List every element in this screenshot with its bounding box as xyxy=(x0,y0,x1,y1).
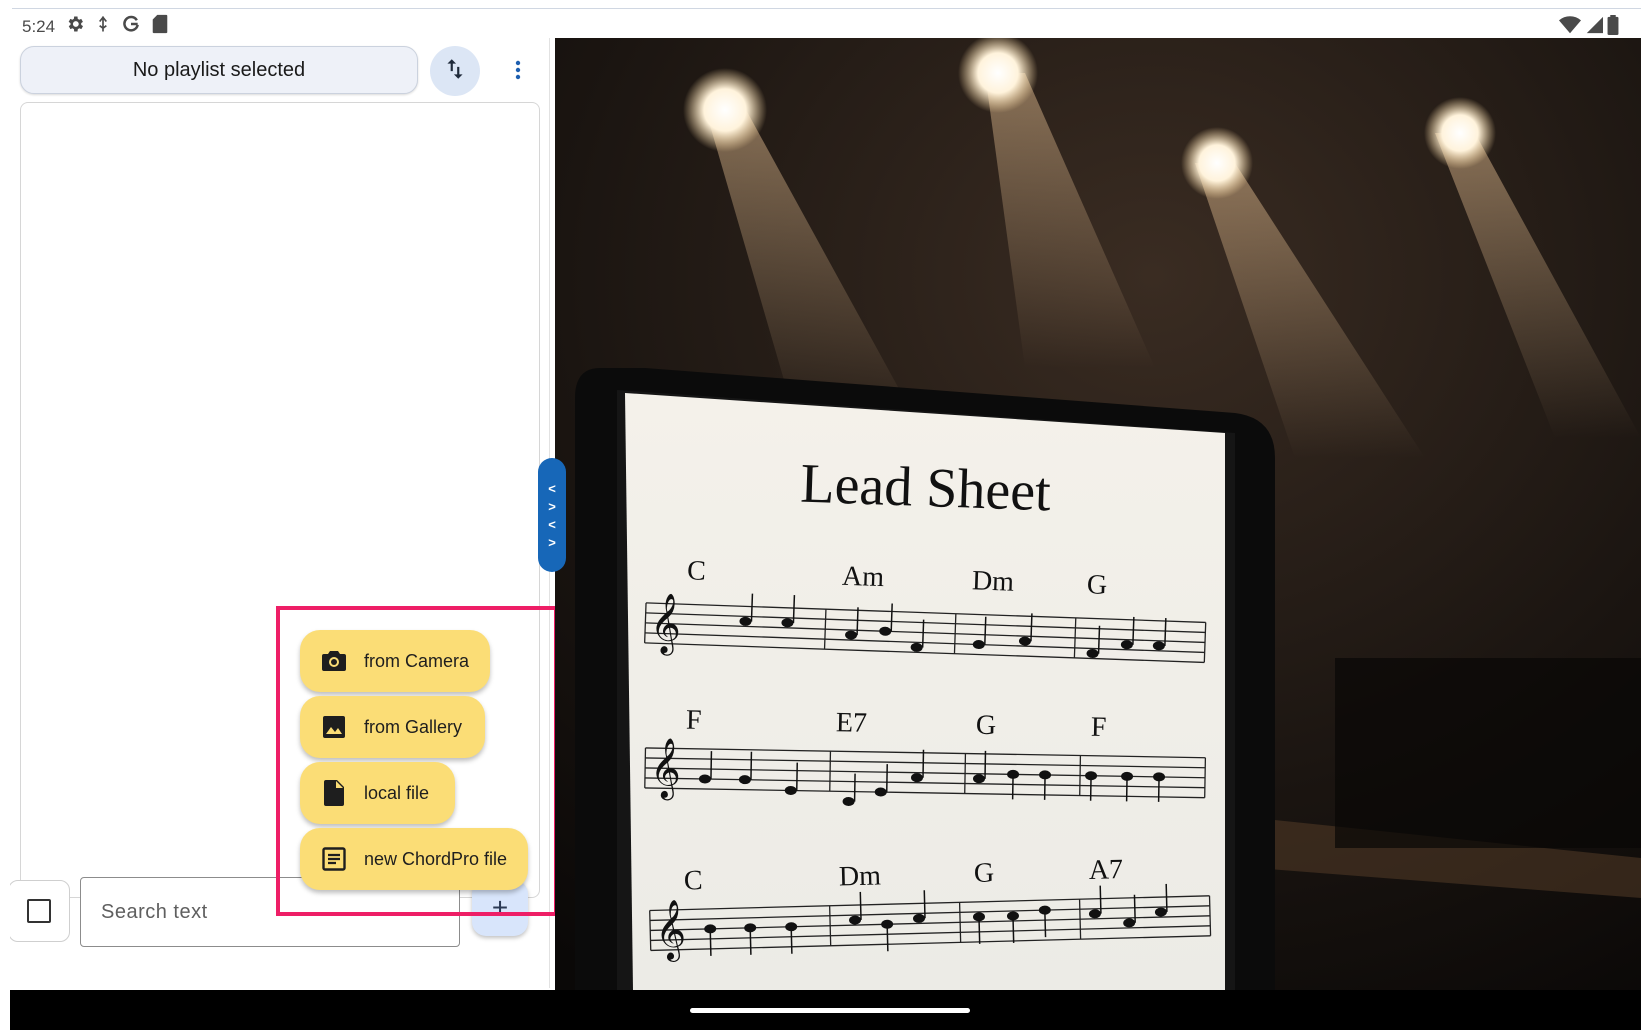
playlist-selector-button[interactable]: No playlist selected xyxy=(20,46,418,94)
chord-label: G xyxy=(973,857,994,889)
article-icon xyxy=(320,845,348,873)
chevron-right-icon: > xyxy=(548,498,556,514)
sort-button[interactable] xyxy=(430,46,480,96)
battery-icon xyxy=(1607,15,1619,40)
more-options-button[interactable] xyxy=(506,52,530,92)
status-bar: 5:24 xyxy=(12,8,1641,42)
svg-text:𝄞: 𝄞 xyxy=(650,738,682,801)
image-icon xyxy=(320,713,348,741)
playlist-label: No playlist selected xyxy=(132,58,306,81)
dial-label: new ChordPro file xyxy=(364,848,508,869)
sd-card-icon xyxy=(151,14,169,39)
chord-label: A7 xyxy=(1088,854,1123,886)
home-gesture-pill[interactable] xyxy=(690,1008,970,1013)
camera-icon xyxy=(320,647,348,675)
gear-icon xyxy=(65,14,85,39)
sheet-title: Lead Sheet xyxy=(799,453,1052,524)
from-camera-button[interactable]: from Camera xyxy=(300,630,490,692)
stage-illustration: Lead Sheet 𝄞 C Am Dm G 𝄞 F E7 G F 𝄞 C Dm… xyxy=(555,38,1641,990)
status-bar-left: 5:24 xyxy=(22,14,169,39)
usb-icon xyxy=(95,14,111,39)
drawer-toggle-handle[interactable]: < > < > xyxy=(538,458,566,572)
screen-edge xyxy=(0,0,10,1030)
chord-label: C xyxy=(687,555,707,587)
dial-label: from Gallery xyxy=(364,716,463,737)
chord-label: G xyxy=(976,710,997,741)
dial-label: local file xyxy=(364,782,430,803)
chevron-right-icon: > xyxy=(548,534,556,550)
select-all-checkbox[interactable] xyxy=(8,880,70,942)
chevron-left-icon: < xyxy=(548,516,556,532)
swap-vertical-icon xyxy=(442,56,468,87)
add-options-menu: from Camera from Gallery local file new … xyxy=(276,606,558,916)
status-time: 5:24 xyxy=(22,16,56,36)
chord-label: Dm xyxy=(838,860,881,892)
wifi-icon xyxy=(1559,15,1581,40)
navigation-bar xyxy=(10,990,1641,1030)
more-vert-icon xyxy=(514,58,522,87)
chord-label: G xyxy=(1086,569,1107,601)
local-file-button[interactable]: local file xyxy=(300,762,455,824)
dial-label: from Camera xyxy=(364,650,470,671)
file-icon xyxy=(320,779,348,807)
from-gallery-button[interactable]: from Gallery xyxy=(300,696,485,758)
chord-label: F xyxy=(686,705,702,736)
svg-text:𝄞: 𝄞 xyxy=(654,900,686,963)
chord-label: Dm xyxy=(971,565,1014,597)
chord-label: E7 xyxy=(836,707,868,739)
chord-label: F xyxy=(1091,712,1107,743)
android-screen: 5:24 No playlist selected Search text + … xyxy=(0,0,1641,1030)
chord-label: C xyxy=(684,865,703,896)
checkbox-square xyxy=(27,899,51,923)
signal-icon xyxy=(1585,15,1603,40)
hero-image: Lead Sheet 𝄞 C Am Dm G 𝄞 F E7 G F 𝄞 C Dm… xyxy=(555,38,1641,990)
chevron-left-icon: < xyxy=(548,480,556,496)
svg-text:𝄞: 𝄞 xyxy=(649,593,682,656)
new-chordpro-file-button[interactable]: new ChordPro file xyxy=(300,828,528,890)
status-bar-right xyxy=(1559,15,1619,40)
google-icon xyxy=(121,14,141,39)
chord-label: Am xyxy=(842,561,885,593)
